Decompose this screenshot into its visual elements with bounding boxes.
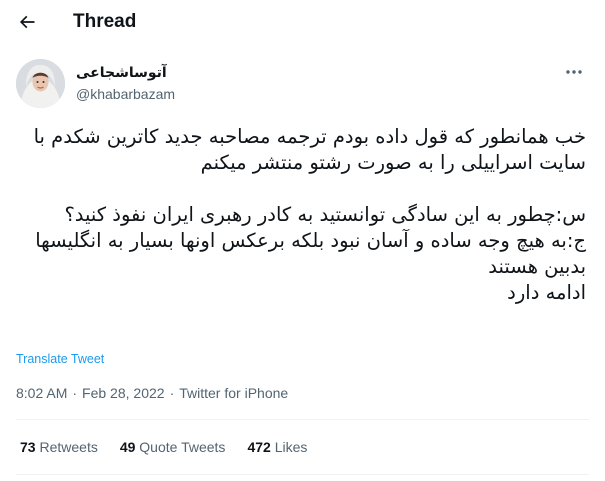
quotes-label: Quote Tweets xyxy=(139,439,226,455)
more-button[interactable] xyxy=(563,64,585,80)
translate-tweet-link[interactable]: Translate Tweet xyxy=(16,352,104,366)
avatar-image xyxy=(16,59,65,108)
meta-separator: · xyxy=(169,385,175,401)
retweets-stat[interactable]: 73 Retweets xyxy=(20,439,98,455)
retweets-label: Retweets xyxy=(39,439,98,455)
avatar[interactable] xyxy=(16,59,65,108)
more-horizontal-icon xyxy=(566,70,582,74)
arrow-left-icon xyxy=(19,15,35,29)
tweet-date[interactable]: Feb 28, 2022 xyxy=(82,385,165,401)
tweet-time[interactable]: 8:02 AM xyxy=(16,385,67,401)
tweet-text: خب همانطور که قول داده بودم ترجمه مصاحبه… xyxy=(33,125,586,304)
likes-count: 472 xyxy=(247,439,271,455)
divider xyxy=(16,474,589,475)
tweet-meta: 8:02 AM · Feb 28, 2022 · Twitter for iPhone xyxy=(16,385,288,401)
tweet-source[interactable]: Twitter for iPhone xyxy=(179,385,288,401)
meta-separator: · xyxy=(72,385,78,401)
quote-tweets-stat[interactable]: 49 Quote Tweets xyxy=(120,439,226,455)
thread-header: Thread xyxy=(0,0,605,44)
page-title: Thread xyxy=(73,11,137,32)
retweets-count: 73 xyxy=(20,439,36,455)
quotes-count: 49 xyxy=(119,439,136,455)
likes-label: Likes xyxy=(274,439,308,455)
back-button[interactable] xyxy=(13,8,41,36)
author-handle[interactable]: @khabarbazam xyxy=(76,86,175,102)
author-name[interactable]: آتوساشجاعی xyxy=(76,65,167,81)
tweet-stats: 73 Retweets 49 Quote Tweets 472 Likes xyxy=(20,439,329,455)
divider xyxy=(16,419,589,420)
likes-stat[interactable]: 472 Likes xyxy=(247,439,307,455)
